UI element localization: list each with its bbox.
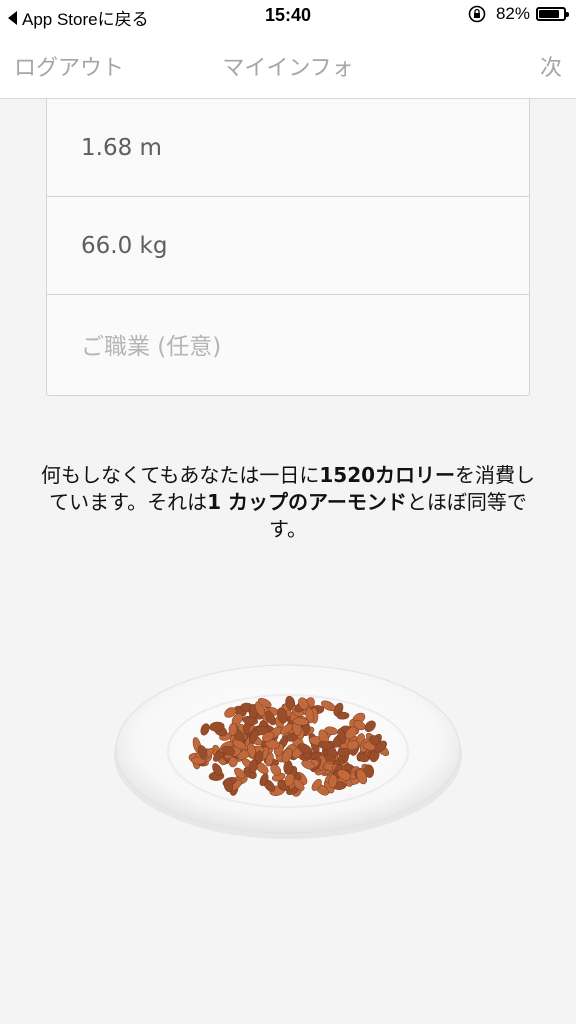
calorie-value: 1520カロリー — [319, 463, 456, 487]
status-indicators: 82% — [468, 4, 569, 24]
battery-percent: 82% — [495, 4, 530, 23]
info-part1: 何もしなくてもあなたは一日に — [40, 463, 320, 487]
food-equivalent: 1 カップのアーモンド — [207, 490, 407, 514]
next-button[interactable]: 次 — [540, 50, 562, 82]
occupation-field[interactable]: ご職業 (任意) — [47, 295, 529, 393]
battery-level — [539, 10, 559, 18]
height-field[interactable]: 1.68 m — [47, 99, 529, 197]
status-bar: App Storeに戻る 15:40 82% — [0, 0, 576, 32]
plate-image — [114, 664, 462, 839]
weight-field[interactable]: 66.0 kg — [47, 197, 529, 295]
page-title: マイインフォ — [222, 56, 354, 81]
almond-plate-illustration — [110, 655, 466, 845]
rotation-lock-icon — [468, 5, 486, 23]
calorie-info-text: 何もしなくてもあなたは一日に1520カロリーを消費しています。それは1 カップの… — [40, 462, 536, 543]
profile-form: 1.68 m 66.0 kg ご職業 (任意) — [46, 99, 530, 396]
battery-icon — [536, 7, 569, 21]
navigation-bar: ログアウト マイインフォ 次 — [0, 32, 576, 99]
